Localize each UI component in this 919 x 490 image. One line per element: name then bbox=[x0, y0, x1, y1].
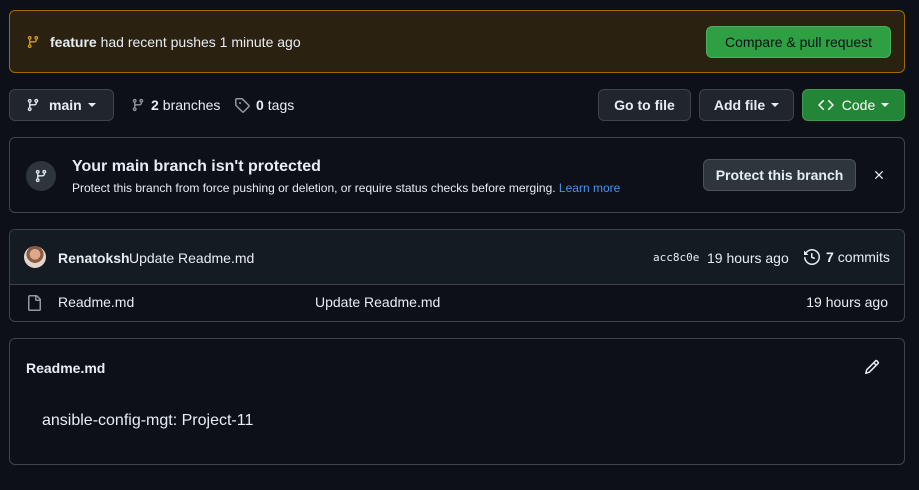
push-message: feature had recent pushes 1 minute ago bbox=[50, 34, 301, 50]
chevron-down-icon bbox=[881, 103, 890, 107]
commit-sha-link[interactable]: acc8c0e bbox=[653, 251, 699, 264]
compare-pull-request-button[interactable]: Compare & pull request bbox=[706, 25, 891, 58]
commit-time: 19 hours ago bbox=[707, 250, 789, 266]
file-browser: Renatoksh Update Readme.md acc8c0e 19 ho… bbox=[9, 229, 905, 322]
push-message-text: had recent pushes 1 minute ago bbox=[100, 33, 301, 50]
commits-count: 7 bbox=[826, 249, 834, 265]
tags-label: tags bbox=[267, 97, 295, 113]
branches-count: 2 bbox=[151, 97, 159, 113]
branches-link[interactable]: 2 branches bbox=[131, 89, 220, 121]
file-icon bbox=[26, 295, 42, 311]
commits-label: commits bbox=[837, 249, 890, 265]
tags-link[interactable]: 0 tags bbox=[234, 89, 294, 121]
avatar[interactable] bbox=[24, 246, 46, 268]
branch-protection-notice: Your main branch isn't protected Protect… bbox=[9, 137, 905, 213]
protect-description-text: Protect this branch from force pushing o… bbox=[72, 181, 556, 195]
chevron-down-icon bbox=[87, 103, 96, 107]
tags-count: 0 bbox=[256, 97, 264, 113]
code-icon bbox=[818, 97, 834, 113]
table-row[interactable]: Readme.md Update Readme.md 19 hours ago bbox=[10, 285, 904, 321]
repo-toolbar: main 2 branches 0 tags Go to file Add fi… bbox=[9, 89, 905, 121]
code-label: Code bbox=[841, 97, 876, 113]
protect-branch-button[interactable]: Protect this branch bbox=[703, 159, 856, 191]
add-file-button[interactable]: Add file bbox=[699, 89, 794, 121]
readme-title-link[interactable]: Readme.md bbox=[26, 360, 105, 376]
pencil-icon[interactable] bbox=[864, 359, 880, 375]
history-icon bbox=[804, 249, 820, 265]
close-icon[interactable] bbox=[872, 168, 886, 182]
protect-title: Your main branch isn't protected bbox=[72, 158, 321, 175]
readme-panel: Readme.md ansible-config-mgt: Project-11 bbox=[9, 338, 905, 465]
readme-content: ansible-config-mgt: Project-11 bbox=[42, 412, 254, 429]
commit-message-link[interactable]: Update Readme.md bbox=[129, 250, 254, 266]
recent-push-banner: feature had recent pushes 1 minute ago C… bbox=[9, 10, 905, 73]
tag-icon bbox=[234, 97, 250, 113]
branch-selector-button[interactable]: main bbox=[9, 89, 114, 121]
git-branch-icon bbox=[26, 34, 40, 50]
git-branch-icon bbox=[131, 97, 145, 113]
chevron-down-icon bbox=[771, 103, 780, 107]
latest-commit-row: Renatoksh Update Readme.md acc8c0e 19 ho… bbox=[10, 230, 904, 285]
git-branch-icon bbox=[26, 161, 56, 191]
protect-description: Protect this branch from force pushing o… bbox=[72, 181, 620, 195]
git-branch-icon bbox=[26, 97, 40, 113]
file-commit-time: 19 hours ago bbox=[806, 294, 888, 310]
commits-history-link[interactable]: 7 commits bbox=[804, 249, 890, 265]
commit-author-link[interactable]: Renatoksh bbox=[58, 250, 130, 266]
add-file-label: Add file bbox=[713, 97, 766, 113]
file-name-link[interactable]: Readme.md bbox=[58, 294, 134, 310]
learn-more-link[interactable]: Learn more bbox=[559, 181, 620, 195]
file-commit-message-link[interactable]: Update Readme.md bbox=[315, 294, 440, 310]
pushed-branch-name[interactable]: feature bbox=[50, 34, 97, 50]
code-button[interactable]: Code bbox=[802, 89, 905, 121]
go-to-file-button[interactable]: Go to file bbox=[598, 89, 691, 121]
branch-selector-label: main bbox=[49, 97, 82, 113]
branches-label: branches bbox=[162, 97, 221, 113]
